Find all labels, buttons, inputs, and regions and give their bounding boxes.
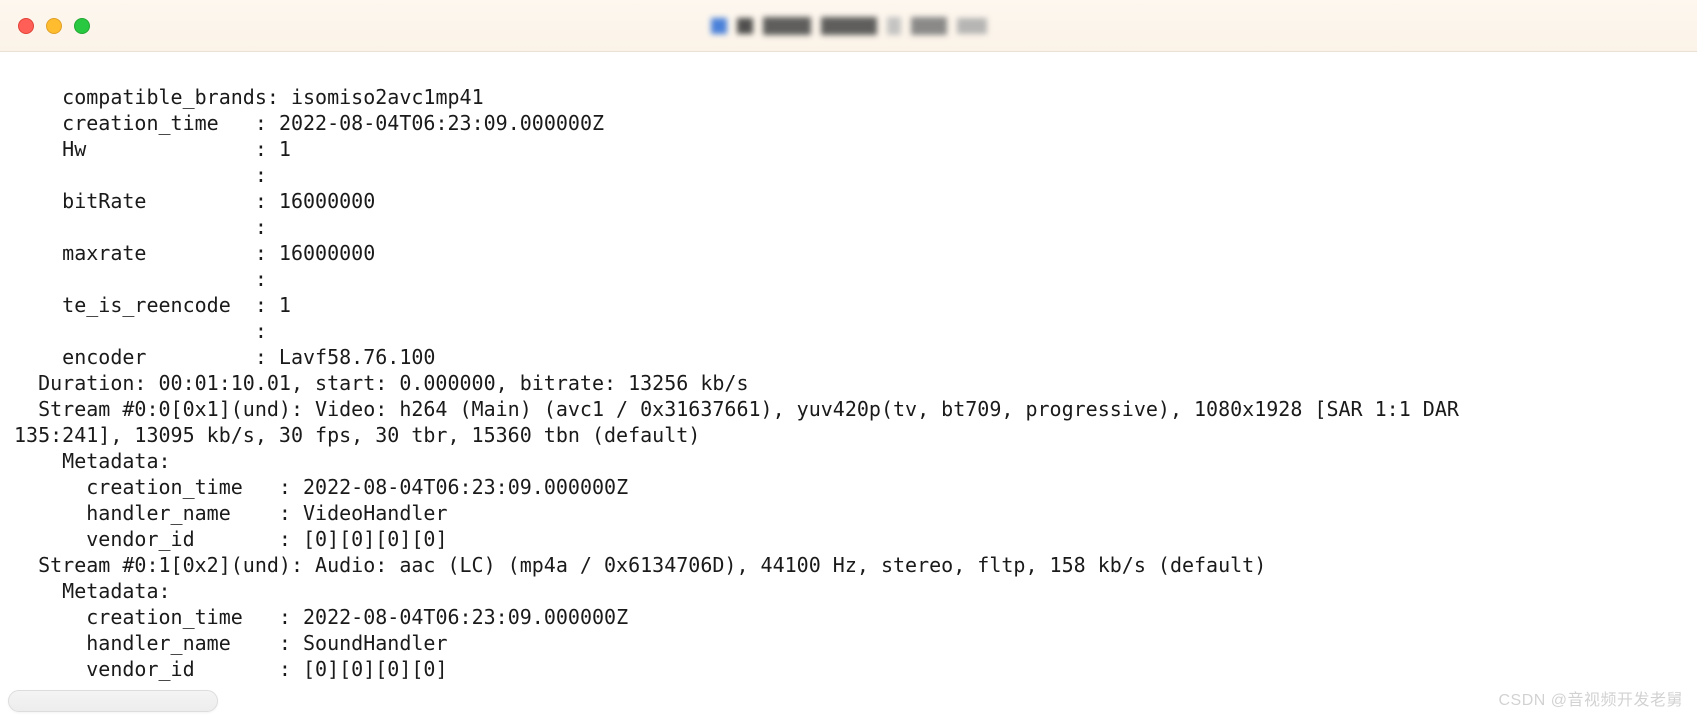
stream1-vendor-id: vendor_id : [0][0][0][0] <box>14 657 448 681</box>
terminal-window: compatible_brands: isomiso2avc1mp41 crea… <box>0 0 1697 720</box>
meta-creation-time: creation_time : 2022-08-04T06:23:09.0000… <box>14 111 604 135</box>
stream0-metadata-header: Metadata: <box>14 449 171 473</box>
stream1-metadata-header: Metadata: <box>14 579 171 603</box>
close-icon[interactable] <box>18 18 34 34</box>
duration-line: Duration: 00:01:10.01, start: 0.000000, … <box>14 371 749 395</box>
stream0-creation-time: creation_time : 2022-08-04T06:23:09.0000… <box>14 475 628 499</box>
meta-hw: Hw : 1 <box>14 137 291 161</box>
meta-maxrate: maxrate : 16000000 <box>14 241 375 265</box>
meta-compatible-brands: compatible_brands: isomiso2avc1mp41 <box>14 85 484 109</box>
stream0-line1: Stream #0:0[0x1](und): Video: h264 (Main… <box>14 397 1471 421</box>
window-title-blurred <box>711 17 987 35</box>
stream1-handler-name: handler_name : SoundHandler <box>14 631 448 655</box>
stream1-line: Stream #0:1[0x2](und): Audio: aac (LC) (… <box>14 553 1266 577</box>
stream1-creation-time: creation_time : 2022-08-04T06:23:09.0000… <box>14 605 628 629</box>
meta-blank2: : <box>14 215 267 239</box>
meta-blank1: : <box>14 163 267 187</box>
terminal-output[interactable]: compatible_brands: isomiso2avc1mp41 crea… <box>0 52 1697 708</box>
stream0-handler-name: handler_name : VideoHandler <box>14 501 448 525</box>
meta-blank3: : <box>14 267 267 291</box>
meta-encoder: encoder : Lavf58.76.100 <box>14 345 435 369</box>
titlebar <box>0 0 1697 52</box>
meta-te-is-reencode: te_is_reencode : 1 <box>14 293 291 317</box>
horizontal-scrollbar-thumb[interactable] <box>8 690 218 712</box>
traffic-lights <box>18 18 90 34</box>
stream0-line2: 135:241], 13095 kb/s, 30 fps, 30 tbr, 15… <box>14 423 700 447</box>
stream0-vendor-id: vendor_id : [0][0][0][0] <box>14 527 448 551</box>
minimize-icon[interactable] <box>46 18 62 34</box>
meta-blank4: : <box>14 319 267 343</box>
meta-bitrate: bitRate : 16000000 <box>14 189 375 213</box>
csdn-watermark: CSDN @音视频开发老舅 <box>1498 688 1683 714</box>
zoom-icon[interactable] <box>74 18 90 34</box>
